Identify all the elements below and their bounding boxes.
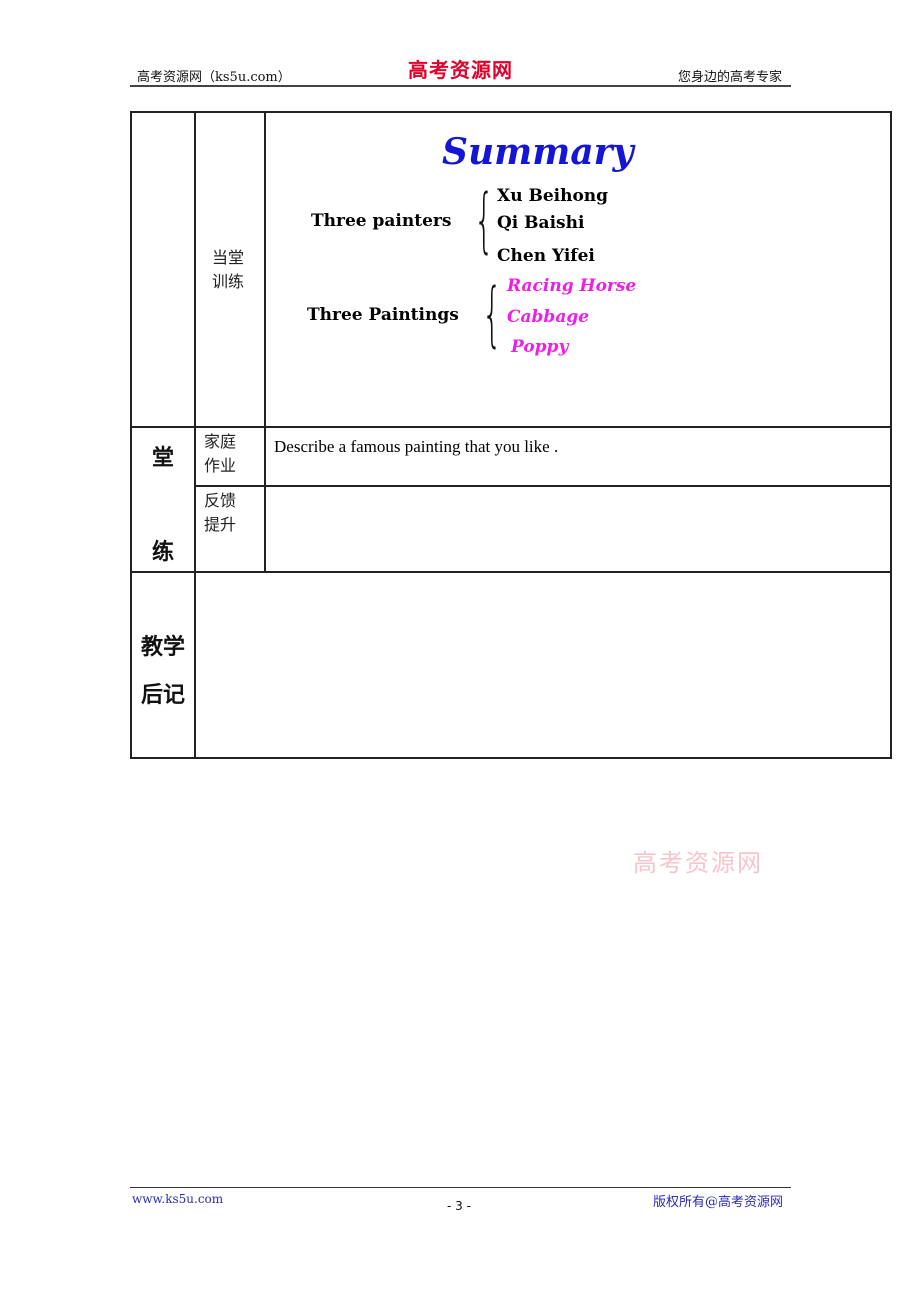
lesson-plan-table: 当堂 训练 Summary Three painters { Xu Beihon… xyxy=(130,111,892,759)
reflection-text xyxy=(196,573,890,582)
practice-label-line1: 当堂 xyxy=(212,248,245,267)
brace-icon: { xyxy=(474,179,495,261)
feedback-label-cell: 反馈 提升 xyxy=(194,485,266,573)
reflection-content-cell[interactable] xyxy=(194,571,892,759)
reflection-label-cell: 教学 后记 xyxy=(130,571,196,759)
painting-item: Poppy xyxy=(511,337,569,357)
watermark: 高考资源网 xyxy=(633,849,763,877)
brace-icon: { xyxy=(482,273,503,355)
painter-item: Xu Beihong xyxy=(497,186,609,206)
practice-row-empty-cell xyxy=(130,111,196,428)
painting-item: Racing Horse xyxy=(507,276,637,296)
header-site-name: 高考资源网（ks5u.com） xyxy=(137,70,291,85)
feedback-label-line1: 反馈 xyxy=(204,491,237,510)
reflection-label-line1: 教学 xyxy=(140,635,185,660)
practice-label-cell: 当堂 训练 xyxy=(194,111,266,428)
practice-label-line2: 训练 xyxy=(212,272,245,291)
practice-row: 当堂 训练 Summary Three painters { Xu Beihon… xyxy=(130,111,892,428)
feedback-label-line2: 提升 xyxy=(204,515,237,534)
section-label-top: 堂 xyxy=(151,446,174,471)
section-label-bottom: 练 xyxy=(151,540,174,565)
footer-copyright: 版权所有@高考资源网 xyxy=(652,1195,783,1210)
summary-title: Summary xyxy=(442,131,634,173)
reflection-label-line2: 后记 xyxy=(140,683,185,708)
homework-label-line1: 家庭 xyxy=(204,432,237,451)
homework-label-cell: 家庭 作业 xyxy=(194,426,266,487)
homework-row: 堂 练 家庭 作业 Describe a famous painting tha… xyxy=(130,426,892,573)
painter-item: Qi Baishi xyxy=(497,213,585,233)
footer-website-link[interactable]: www.ks5u.com xyxy=(132,1192,223,1206)
homework-content-cell[interactable]: Describe a famous painting that you like… xyxy=(264,426,892,487)
feedback-row: 反馈 提升 xyxy=(131,485,892,573)
painting-item: Cabbage xyxy=(507,307,590,327)
footer-rule xyxy=(130,1187,791,1188)
page-number: - 3 - xyxy=(447,1199,471,1213)
homework-text: Describe a famous painting that you like… xyxy=(274,437,559,456)
feedback-text xyxy=(266,487,890,496)
section-label-cell: 堂 练 xyxy=(130,426,196,573)
header-logo: 高考资源网 xyxy=(408,58,513,82)
feedback-content-cell[interactable] xyxy=(264,485,892,573)
group-label-painters: Three painters xyxy=(311,211,452,231)
homework-label-line2: 作业 xyxy=(204,456,237,475)
painter-item: Chen Yifei xyxy=(497,246,595,266)
reflection-row: 教学 后记 xyxy=(130,571,892,759)
group-label-paintings: Three Paintings xyxy=(307,305,459,325)
header-slogan: 您身边的高考专家 xyxy=(677,70,782,85)
summary-cell: Summary Three painters { Xu Beihong Qi B… xyxy=(264,111,892,428)
header-rule xyxy=(130,85,791,87)
